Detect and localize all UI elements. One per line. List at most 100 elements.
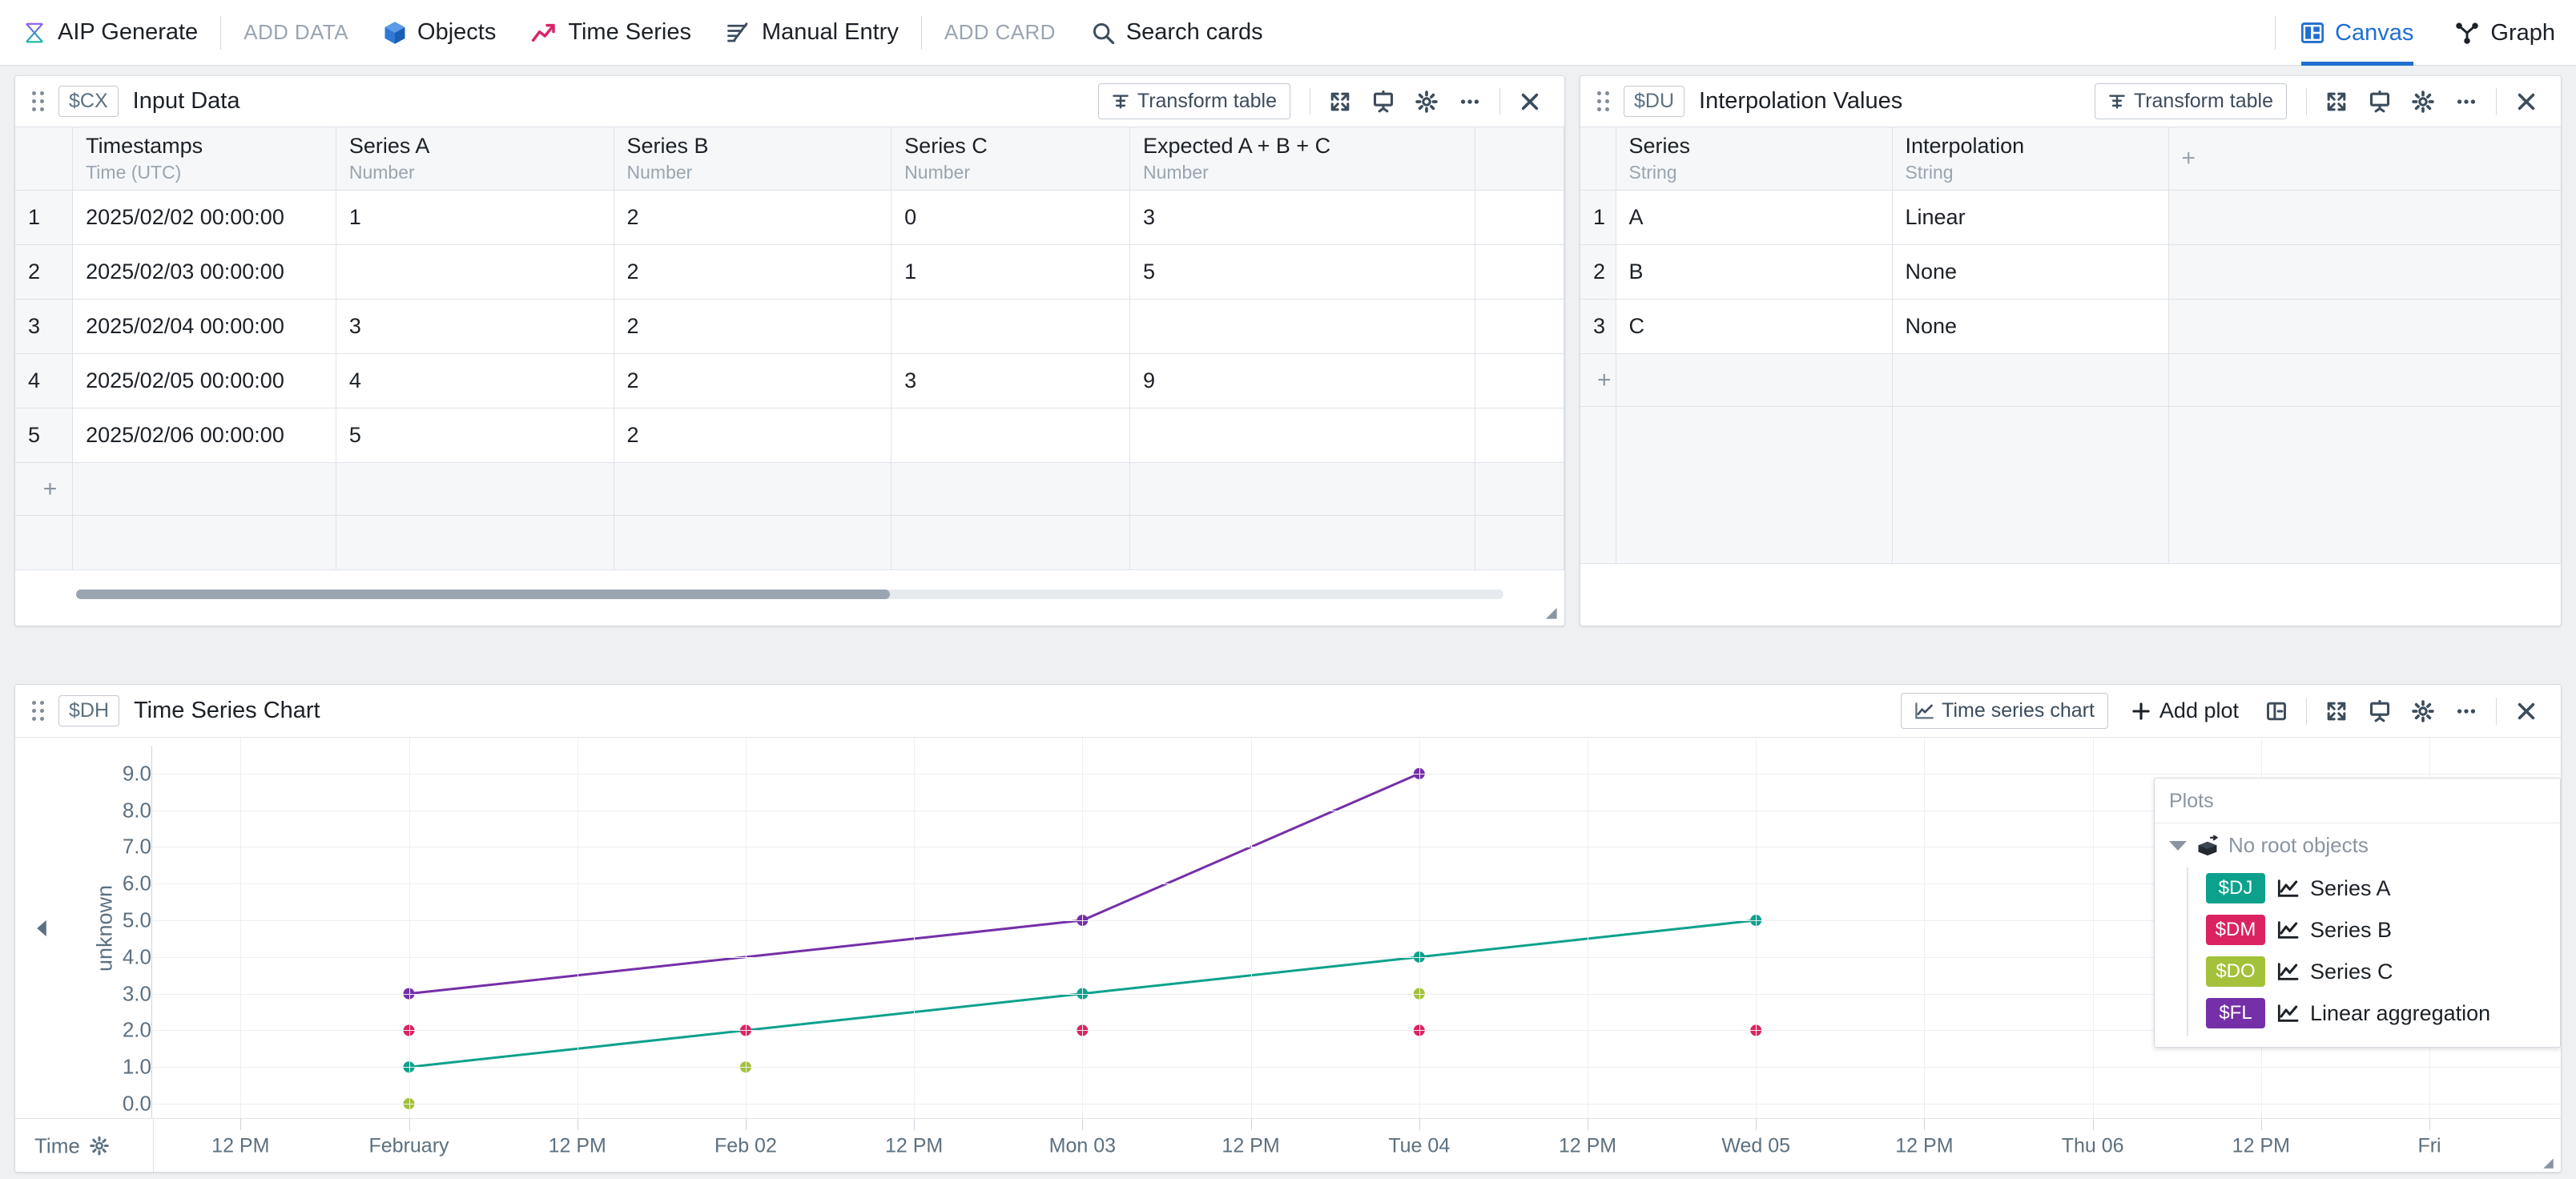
table-row[interactable]: 5 2025/02/06 00:00:00 5 2 (15, 408, 1564, 464)
horizontal-scrollbar[interactable] (15, 590, 1564, 602)
add-row-icon[interactable]: + (1580, 353, 1616, 408)
expand-icon[interactable] (1318, 91, 1362, 113)
table-row[interactable]: 4 2025/02/05 00:00:00 4 2 3 9 (15, 353, 1564, 409)
plot-item-series-b[interactable]: $DM Series B (2187, 909, 2560, 951)
table-row[interactable]: 1 2025/02/02 00:00:00 1 2 0 3 (15, 190, 1564, 246)
present-icon[interactable] (2358, 699, 2401, 722)
cell-expected-sum[interactable]: 9 (1129, 353, 1476, 409)
column-header-timestamps[interactable]: Timestamps Time (UTC) (72, 127, 336, 191)
cell-expected-sum[interactable]: 5 (1129, 244, 1476, 300)
gear-icon[interactable] (1405, 90, 1448, 113)
cell-series-c[interactable] (891, 299, 1130, 355)
more-options-icon[interactable] (1448, 91, 1491, 113)
manual-entry-button[interactable]: Manual Entry (709, 0, 916, 66)
cell-expected-sum[interactable] (1129, 408, 1476, 464)
drag-handle[interactable] (30, 700, 47, 722)
cell-series-b[interactable]: 2 (614, 299, 892, 355)
collapse-panel-arrow-icon[interactable] (33, 918, 50, 939)
card-reference-chip[interactable]: $DH (58, 695, 120, 726)
cell-timestamps[interactable]: 2025/02/04 00:00:00 (72, 299, 336, 355)
card-reference-chip[interactable]: $DU (1624, 86, 1685, 117)
gear-icon[interactable] (2401, 90, 2445, 113)
column-header-series[interactable]: Series String (1616, 127, 1893, 191)
close-icon[interactable] (2505, 91, 2548, 113)
table-row[interactable]: 2 B None (1580, 244, 2561, 300)
cell-series-c[interactable]: 0 (891, 190, 1130, 246)
cell-series-a[interactable]: 3 (336, 299, 614, 355)
column-header-interpolation[interactable]: Interpolation String (1892, 127, 2169, 191)
cell-expected-sum[interactable]: 3 (1129, 190, 1476, 246)
cell-series-b[interactable]: 2 (614, 190, 892, 246)
table-row[interactable]: 2 2025/02/03 00:00:00 2 1 5 (15, 244, 1564, 300)
drag-handle[interactable] (30, 91, 47, 112)
cell-series-a[interactable]: 4 (336, 353, 614, 409)
cell-series-b[interactable]: 2 (614, 408, 892, 464)
add-row-icon[interactable]: + (15, 462, 74, 517)
add-column-button[interactable]: + (2168, 127, 2561, 191)
table-row[interactable]: 3 2025/02/04 00:00:00 3 2 (15, 299, 1564, 355)
present-icon[interactable] (1362, 90, 1405, 113)
toggle-side-panel-icon[interactable] (2255, 700, 2298, 722)
table-row[interactable]: 1 A Linear (1580, 190, 2561, 246)
gear-icon[interactable] (2401, 699, 2445, 722)
time-series-button[interactable]: Time Series (513, 0, 709, 66)
cell-series-a[interactable]: 1 (336, 190, 614, 246)
plot-item-series-a[interactable]: $DJ Series A (2187, 867, 2560, 909)
cell-timestamps[interactable]: 2025/02/02 00:00:00 (72, 190, 336, 246)
transform-table-button[interactable]: Transform table (1097, 83, 1290, 119)
tab-graph[interactable]: Graph (2434, 0, 2576, 66)
expand-icon[interactable] (2315, 91, 2358, 113)
drag-handle[interactable] (1595, 91, 1612, 112)
card-reference-chip[interactable]: $CX (58, 86, 119, 117)
close-icon[interactable] (2505, 700, 2548, 722)
cell-interpolation[interactable]: None (1892, 299, 2169, 355)
cell-series-c[interactable]: 1 (891, 244, 1130, 300)
chart-type-button[interactable]: Time series chart (1901, 693, 2108, 729)
table-row[interactable]: 3 C None (1580, 299, 2561, 355)
cell-timestamps[interactable]: 2025/02/06 00:00:00 (72, 408, 336, 464)
more-options-icon[interactable] (2445, 700, 2488, 722)
cell-series-b[interactable]: 2 (614, 353, 892, 409)
plot-reference-chip[interactable]: $FL (2206, 998, 2265, 1028)
more-options-icon[interactable] (2445, 91, 2488, 113)
add-row[interactable]: + (1580, 353, 2561, 408)
cell-interpolation[interactable]: None (1892, 244, 2169, 300)
cell-series-a[interactable] (336, 244, 614, 300)
cell-interpolation[interactable]: Linear (1892, 190, 2169, 246)
cell-expected-sum[interactable] (1129, 299, 1476, 355)
cell-series-c[interactable]: 3 (891, 353, 1130, 409)
chevron-down-icon[interactable] (2169, 840, 2187, 851)
plot-reference-chip[interactable]: $DO (2206, 956, 2265, 987)
cell-series[interactable]: C (1616, 299, 1893, 355)
tab-canvas[interactable]: Canvas (2280, 0, 2434, 66)
cell-timestamps[interactable]: 2025/02/05 00:00:00 (72, 353, 336, 409)
expand-icon[interactable] (2315, 700, 2358, 722)
cell-series[interactable]: B (1616, 244, 1893, 300)
column-header-series-c[interactable]: Series C Number (891, 127, 1130, 191)
aip-generate-button[interactable]: AIP Generate (0, 0, 215, 66)
scrollbar-track[interactable] (76, 590, 1503, 599)
column-header-expected-sum[interactable]: Expected A + B + C Number (1129, 127, 1476, 191)
add-row[interactable]: + (15, 462, 1564, 517)
transform-table-button[interactable]: Transform table (2094, 83, 2287, 119)
search-cards-button[interactable]: Search cards (1073, 0, 1281, 66)
x-axis-gear-icon[interactable] (90, 1136, 109, 1156)
plot-item-series-c[interactable]: $DO Series C (2187, 951, 2560, 992)
cell-series[interactable]: A (1616, 190, 1893, 246)
cell-series-b[interactable]: 2 (614, 244, 892, 300)
column-header-series-a[interactable]: Series A Number (336, 127, 614, 191)
plot-reference-chip[interactable]: $DM (2206, 915, 2265, 945)
scrollbar-thumb[interactable] (76, 590, 890, 599)
present-icon[interactable] (2358, 90, 2401, 113)
close-icon[interactable] (1508, 91, 1552, 113)
cell-series-c[interactable] (891, 408, 1130, 464)
plot-item-linear-aggregation[interactable]: $FL Linear aggregation (2187, 992, 2560, 1034)
cell-series-a[interactable]: 5 (336, 408, 614, 464)
plots-root-node[interactable]: No root objects (2155, 823, 2560, 867)
plot-reference-chip[interactable]: $DJ (2206, 873, 2265, 903)
column-header-series-b[interactable]: Series B Number (614, 127, 892, 191)
objects-button[interactable]: Objects (366, 0, 513, 66)
resize-handle[interactable] (2538, 1153, 2556, 1171)
add-plot-button[interactable]: Add plot (2119, 693, 2250, 729)
cell-timestamps[interactable]: 2025/02/03 00:00:00 (72, 244, 336, 300)
